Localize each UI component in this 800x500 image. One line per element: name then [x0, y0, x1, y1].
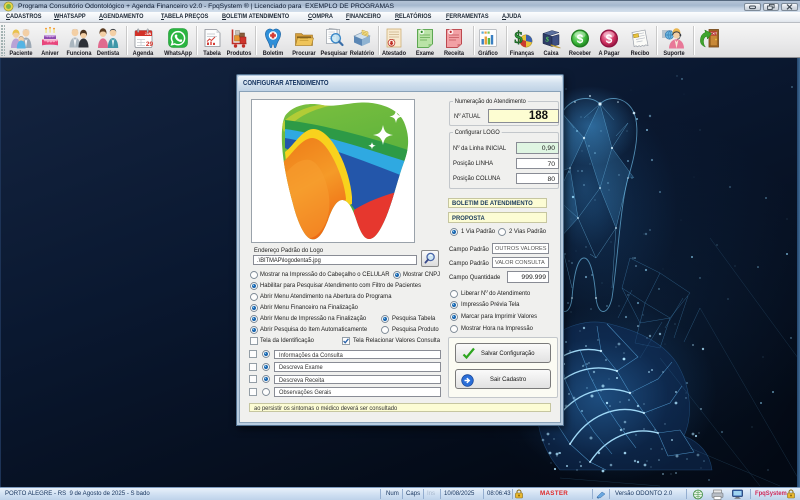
svg-text:$: $	[515, 28, 524, 47]
svg-text:$: $	[577, 32, 584, 46]
svg-text:JAN: JAN	[144, 32, 151, 36]
svg-text:$: $	[605, 32, 612, 46]
svg-text:29: 29	[145, 41, 153, 48]
